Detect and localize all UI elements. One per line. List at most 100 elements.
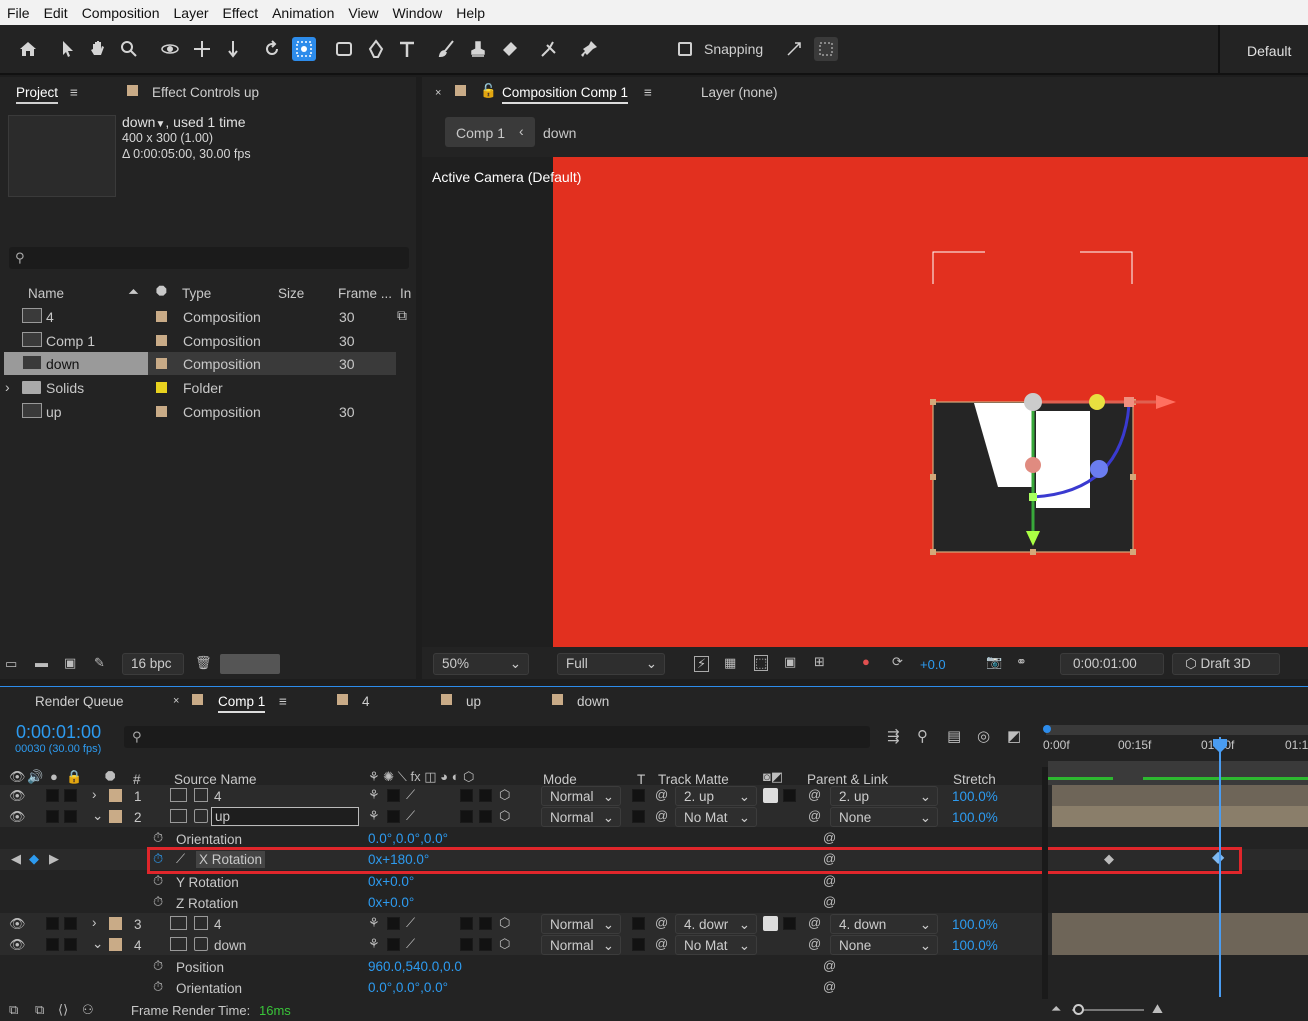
zoom-out-icon[interactable]: ⏶ xyxy=(1051,1002,1061,1016)
label-tag-icon[interactable]: ⯃ xyxy=(105,770,115,784)
shy-switch-icon[interactable]: ⚘ xyxy=(368,788,380,802)
3d-cube-icon[interactable]: ⬡ xyxy=(499,916,510,930)
quality-switch-icon[interactable]: ⟋ xyxy=(406,916,415,930)
project-settings-icon[interactable]: ✎ xyxy=(94,656,105,670)
pickwhip-icon[interactable]: @ xyxy=(655,937,668,951)
tab-layer[interactable]: Layer (none) xyxy=(701,85,778,100)
expression-pickwhip-icon[interactable]: @ xyxy=(823,959,836,973)
exposure-value[interactable]: +0.0 xyxy=(920,657,946,672)
frame-blending-icon[interactable]: ▤ xyxy=(947,729,961,744)
next-keyframe-icon[interactable]: ▶ xyxy=(49,852,59,866)
tab-4[interactable]: 4 xyxy=(362,694,370,709)
chevron-down-icon[interactable]: ▼ xyxy=(155,119,165,130)
graph-editor-icon[interactable]: ◩ xyxy=(1007,729,1021,744)
flowchart-icon[interactable]: ⧉ xyxy=(397,307,407,324)
alpha-matte-icon[interactable] xyxy=(763,916,778,931)
project-item-comp1[interactable]: Comp 1 Composition 30 xyxy=(4,329,396,352)
sort-ascending-icon[interactable]: ⏶ xyxy=(128,284,139,300)
new-composition-icon[interactable]: ▣ xyxy=(64,656,76,670)
shy-switch-icon[interactable]: ⚘ xyxy=(368,916,380,930)
project-item-down[interactable]: down Composition 30 xyxy=(4,352,396,375)
current-timecode[interactable]: 0:00:01:00 xyxy=(16,722,101,743)
property-value[interactable]: 0.0°,0.0°,0.0° xyxy=(368,831,448,846)
zoom-select[interactable]: 50% ⌄ xyxy=(433,653,529,675)
label-swatch[interactable] xyxy=(156,358,167,369)
stopwatch-icon[interactable]: ⏱ xyxy=(153,959,163,973)
layer-bar[interactable] xyxy=(1052,785,1308,806)
anchor-point-tool-icon[interactable] xyxy=(292,37,316,61)
renderer-button[interactable]: ⬡ Draft 3D xyxy=(1172,653,1280,675)
toggle-in-out-icon[interactable]: ⟨⟩ xyxy=(58,1003,68,1017)
breadcrumb-comp1[interactable]: Comp 1 ‹ xyxy=(445,117,535,147)
panel-menu-icon[interactable]: ≡ xyxy=(70,85,78,100)
pickwhip-icon[interactable]: @ xyxy=(808,916,821,930)
lock-icon[interactable]: 🔒 xyxy=(66,770,82,784)
label-swatch[interactable] xyxy=(156,335,167,346)
menu-file[interactable]: File xyxy=(0,5,37,21)
snapshot-icon[interactable]: 📷 xyxy=(986,655,1002,669)
parent-select[interactable]: None ⌄ xyxy=(830,935,938,955)
rotation-tool-icon[interactable] xyxy=(260,37,284,61)
quality-switch-icon[interactable]: ⟋ xyxy=(406,937,415,951)
stopwatch-icon[interactable]: ⏱ xyxy=(153,874,163,888)
pickwhip-icon[interactable]: @ xyxy=(808,809,821,823)
layer-row-3[interactable]: 👁 › 3 4 ⚘ ⟋ ⬡ Normal ⌄ @ 4. dowr ⌄ @ 4. do… xyxy=(0,913,1308,934)
zoom-slider-thumb[interactable] xyxy=(1073,1004,1084,1015)
menu-layer[interactable]: Layer xyxy=(167,5,216,21)
comp-mini-flowchart-icon[interactable]: ⇶ xyxy=(887,729,900,744)
layer-row-1[interactable]: 👁 › 1 4 ⚘ ⟋ ⬡ Normal ⌄ @ 2. up ⌄ @ 2. up ⌄ … xyxy=(0,785,1308,806)
stopwatch-icon[interactable]: ⏱ xyxy=(153,895,163,909)
fast-previews-icon[interactable]: ⚡ xyxy=(694,656,710,672)
tab-up[interactable]: up xyxy=(466,694,481,709)
reset-exposure-icon[interactable]: ⟳ xyxy=(892,655,903,669)
chevron-right-icon[interactable]: › xyxy=(92,915,97,930)
parent-select[interactable]: None ⌄ xyxy=(830,807,938,827)
property-value[interactable]: 0x+0.0° xyxy=(368,895,414,910)
label-swatch[interactable] xyxy=(109,938,122,951)
viewer-timecode[interactable]: 0:00:01:00 xyxy=(1060,653,1164,675)
layer-name[interactable]: 4 xyxy=(214,917,222,932)
project-item-solids[interactable]: › Solids Folder xyxy=(4,376,396,399)
layer-name[interactable]: down xyxy=(214,938,246,953)
3d-cube-icon[interactable]: ⬡ xyxy=(499,788,510,802)
type-tool-icon[interactable] xyxy=(395,37,419,61)
playhead[interactable] xyxy=(1219,737,1221,997)
close-tab-icon[interactable]: × xyxy=(435,87,441,99)
roto-brush-icon[interactable] xyxy=(537,37,561,61)
mode-select[interactable]: Normal ⌄ xyxy=(541,914,621,934)
chevron-right-icon[interactable]: › xyxy=(92,787,97,802)
menu-edit[interactable]: Edit xyxy=(37,5,75,21)
layer-bar[interactable] xyxy=(1052,934,1308,955)
menu-view[interactable]: View xyxy=(341,5,385,21)
layer-row-4[interactable]: 👁 ⌄ 4 down ⚘ ⟋ ⬡ Normal ⌄ @ No Mat ⌄ @ Non… xyxy=(0,934,1308,955)
tab-composition[interactable]: Composition Comp 1 xyxy=(502,85,629,104)
property-value[interactable]: 0x+0.0° xyxy=(368,874,414,889)
layer-name[interactable]: 4 xyxy=(214,789,222,804)
menu-help[interactable]: Help xyxy=(449,5,492,21)
label-swatch[interactable] xyxy=(156,382,167,393)
tab-render-queue[interactable]: Render Queue xyxy=(35,694,124,709)
menu-effect[interactable]: Effect xyxy=(216,5,266,21)
puppet-pin-icon[interactable] xyxy=(577,37,601,61)
eye-icon[interactable]: 👁 xyxy=(9,917,26,931)
home-icon[interactable] xyxy=(16,37,40,61)
audio-icon[interactable]: 🔊 xyxy=(27,770,43,784)
bpc-button[interactable]: 16 bpc xyxy=(122,653,184,675)
label-swatch[interactable] xyxy=(156,311,167,322)
pickwhip-icon[interactable]: @ xyxy=(808,937,821,951)
eye-icon[interactable]: 👁 xyxy=(9,938,26,952)
snap-edges-icon[interactable] xyxy=(782,37,806,61)
stretch-value[interactable]: 100.0% xyxy=(952,789,998,804)
workspace-default[interactable]: Default xyxy=(1247,43,1291,59)
chevron-down-icon[interactable]: ⌄ xyxy=(92,936,103,952)
shy-switch-icon[interactable]: ⚘ xyxy=(368,809,380,823)
menu-window[interactable]: Window xyxy=(385,5,449,21)
trash-icon[interactable]: 🗑 xyxy=(195,656,212,670)
label-swatch[interactable] xyxy=(109,810,122,823)
brush-tool-icon[interactable] xyxy=(435,37,459,61)
orbit-camera-icon[interactable] xyxy=(158,37,182,61)
pan-camera-icon[interactable] xyxy=(190,37,214,61)
toggle-modes-icon[interactable]: ⧉ xyxy=(35,1003,44,1017)
menu-composition[interactable]: Composition xyxy=(75,5,167,21)
tab-effect-controls[interactable]: Effect Controls up xyxy=(152,85,259,100)
